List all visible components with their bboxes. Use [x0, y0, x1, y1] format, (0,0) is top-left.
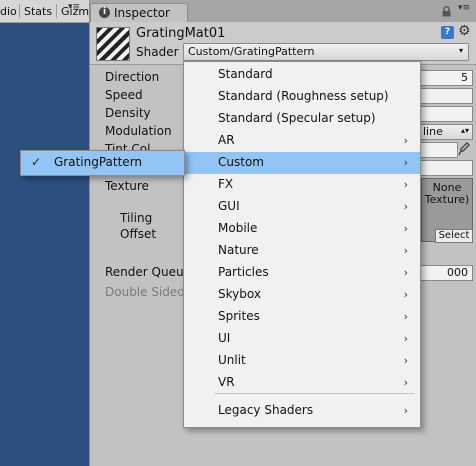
submenu-item-grating-pattern[interactable]: ✓ GratingPattern	[21, 151, 184, 175]
texture-slot-text: None Texture)	[424, 181, 470, 206]
menu-item-fx[interactable]: FX ›	[184, 174, 420, 196]
prop-label-texture: Texture	[105, 179, 149, 193]
prop-label-direction: Direction	[105, 70, 160, 84]
prop-label-double-sided: Double Sided	[105, 285, 185, 299]
speed-field[interactable]	[420, 88, 473, 104]
material-name: GratingMat01	[136, 26, 226, 41]
menu-separator	[214, 393, 414, 394]
tint-color-swatch[interactable]	[420, 142, 458, 158]
inspector-tab-strip: i Inspector ▾≡	[90, 0, 476, 23]
direction-value: 5	[461, 71, 468, 84]
menu-item-label: FX	[218, 177, 234, 191]
shader-label: Shader	[136, 45, 179, 59]
menu-item-label: Mobile	[218, 221, 258, 235]
menu-item-label: Skybox	[218, 287, 261, 301]
chevron-right-icon: ›	[403, 310, 408, 323]
menu-item-ar[interactable]: AR ›	[184, 130, 420, 152]
menu-item-vr[interactable]: VR ›	[184, 372, 420, 394]
chevron-down-icon: ▴▾	[460, 126, 469, 135]
menu-item-label: Custom	[218, 155, 264, 169]
menu-item-label: AR	[218, 133, 235, 147]
prop-label-modulation: Modulation	[105, 124, 172, 138]
chevron-right-icon: ›	[403, 288, 408, 301]
menu-item-mobile[interactable]: Mobile ›	[184, 218, 420, 240]
prop-label-offset: Offset	[120, 227, 157, 241]
toolbar-separator	[56, 4, 57, 18]
material-header: GratingMat01 Shader Custom/GratingPatter…	[90, 22, 476, 65]
chevron-right-icon: ›	[403, 244, 408, 257]
menu-item-standard-roughness[interactable]: Standard (Roughness setup)	[184, 86, 420, 108]
menu-item-label: Nature	[218, 243, 259, 257]
chevron-right-icon: ›	[403, 222, 408, 235]
menu-item-particles[interactable]: Particles ›	[184, 262, 420, 284]
gear-icon[interactable]: ⚙	[458, 23, 471, 39]
menu-item-skybox[interactable]: Skybox ›	[184, 284, 420, 306]
menu-item-custom[interactable]: Custom ›	[184, 152, 420, 174]
lock-icon[interactable]	[442, 6, 451, 17]
menu-item-nature[interactable]: Nature ›	[184, 240, 420, 262]
menu-item-label: Sprites	[218, 309, 260, 323]
menu-item-label: Standard	[218, 67, 273, 81]
scene-view[interactable]	[0, 23, 89, 466]
chevron-right-icon: ›	[403, 178, 408, 191]
prop-label-speed: Speed	[105, 88, 143, 102]
chevron-right-icon: ›	[403, 200, 408, 213]
shader-dropdown-menu: Standard Standard (Roughness setup) Stan…	[183, 61, 421, 428]
info-icon: i	[99, 7, 110, 18]
custom-submenu: ✓ GratingPattern	[20, 150, 185, 176]
shader-dropdown-value: Custom/GratingPattern	[188, 45, 315, 58]
menu-item-standard[interactable]: Standard	[184, 64, 420, 86]
tint-color-field-2[interactable]	[420, 160, 473, 176]
shader-dropdown[interactable]: Custom/GratingPattern ▾	[183, 43, 469, 61]
menu-item-standard-specular[interactable]: Standard (Specular setup)	[184, 108, 420, 130]
prop-label-density: Density	[105, 106, 151, 120]
direction-field[interactable]: 5	[420, 70, 473, 86]
modulation-value: line	[423, 125, 443, 138]
menu-item-label: Particles	[218, 265, 269, 279]
inspector-menu-icon[interactable]: ▾≡	[458, 3, 470, 13]
game-view-toolbar: dio Stats Gizm ▾≡	[0, 0, 90, 23]
menu-item-sprites[interactable]: Sprites ›	[184, 306, 420, 328]
menu-item-unlit[interactable]: Unlit ›	[184, 350, 420, 372]
chevron-right-icon: ›	[403, 354, 408, 367]
menu-item-label: GUI	[218, 199, 240, 213]
toolbar-separator	[19, 4, 20, 18]
eyedropper-icon[interactable]	[458, 142, 470, 156]
menu-item-ui[interactable]: UI ›	[184, 328, 420, 350]
density-field[interactable]	[420, 106, 473, 122]
prop-label-render-queue: Render Queue	[105, 265, 191, 279]
chevron-right-icon: ›	[403, 332, 408, 345]
menu-item-label: UI	[218, 331, 231, 345]
material-preview-thumbnail	[96, 27, 130, 61]
chevron-right-icon: ›	[403, 404, 408, 417]
menu-item-legacy-shaders[interactable]: Legacy Shaders ›	[184, 400, 420, 422]
menu-item-label: Standard (Roughness setup)	[218, 89, 389, 103]
help-book-icon[interactable]: ?	[441, 26, 454, 39]
panel-menu-icon[interactable]: ▾≡	[68, 2, 80, 12]
tab-inspector[interactable]: i Inspector	[90, 3, 188, 23]
texture-select-button[interactable]: Select	[435, 229, 473, 243]
chevron-right-icon: ›	[403, 134, 408, 147]
menu-item-label: Standard (Specular setup)	[218, 111, 376, 125]
menu-item-label: Unlit	[218, 353, 246, 367]
submenu-item-label: GratingPattern	[54, 155, 143, 169]
prop-label-tiling: Tiling	[120, 211, 153, 225]
toolbar-tab-audio[interactable]: dio	[0, 5, 17, 18]
menu-item-label: VR	[218, 375, 235, 389]
render-queue-value: 000	[447, 266, 468, 279]
modulation-dropdown[interactable]: line ▴▾	[420, 124, 473, 140]
toolbar-tab-stats[interactable]: Stats	[24, 5, 52, 18]
chevron-right-icon: ›	[403, 376, 408, 389]
menu-item-label: Legacy Shaders	[218, 403, 314, 417]
chevron-right-icon: ›	[403, 156, 408, 169]
checkmark-icon: ✓	[31, 155, 42, 169]
render-queue-field[interactable]: 000	[420, 265, 473, 281]
chevron-right-icon: ›	[403, 266, 408, 279]
tab-inspector-label: Inspector	[114, 6, 170, 20]
menu-item-gui[interactable]: GUI ›	[184, 196, 420, 218]
chevron-down-icon: ▾	[458, 46, 463, 55]
